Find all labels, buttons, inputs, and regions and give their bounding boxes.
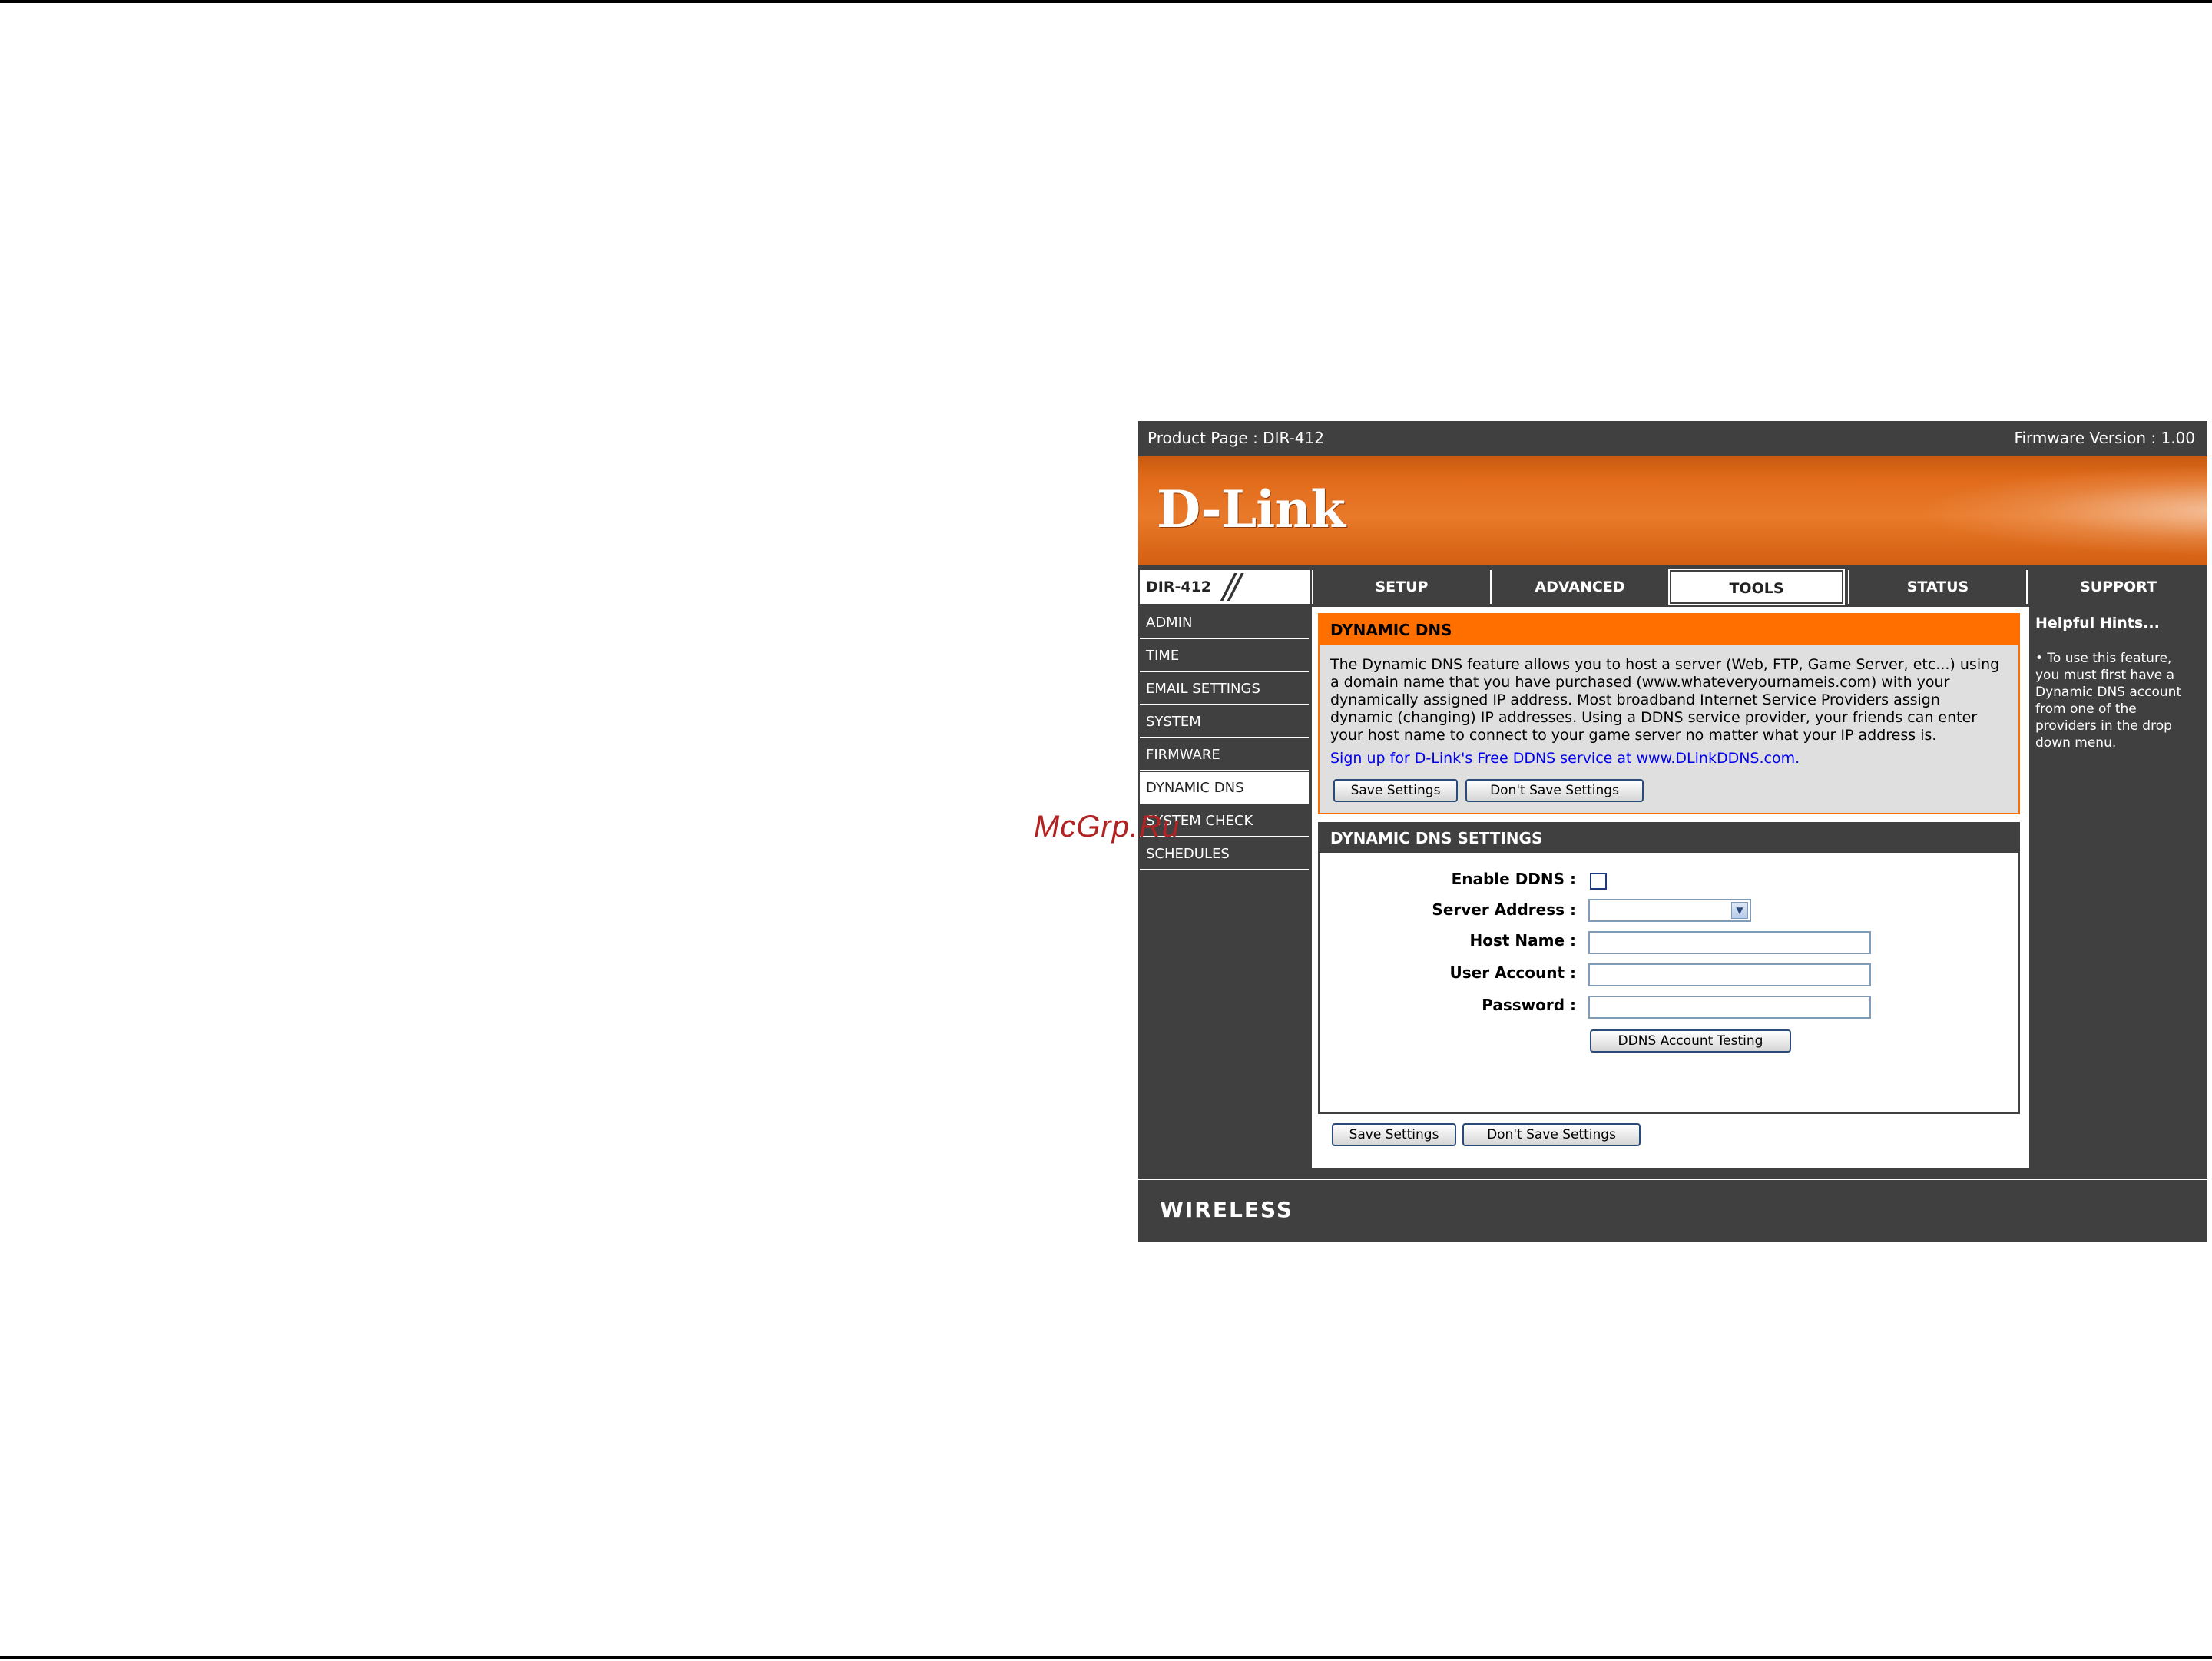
host-name-label: Host Name : — [1469, 931, 1576, 950]
sidebar-item-admin[interactable]: ADMIN — [1140, 607, 1309, 639]
footer: WIRELESS — [1138, 1179, 2207, 1242]
sidebar-item-system[interactable]: SYSTEM — [1140, 706, 1309, 738]
intro-title: DYNAMIC DNS — [1320, 615, 2018, 645]
dont-save-settings-button-bottom[interactable]: Don't Save Settings — [1462, 1123, 1641, 1146]
server-address-select[interactable]: ▼ — [1588, 899, 1751, 922]
router-admin-ui: Product Page : DIR-412 Firmware Version … — [1138, 421, 2207, 1242]
sidebar: ADMIN TIME EMAIL SETTINGS SYSTEM FIRMWAR… — [1138, 607, 1310, 1168]
page-bottom-rule — [0, 1656, 2212, 1659]
sidebar-item-firmware[interactable]: FIRMWARE — [1140, 739, 1309, 771]
hints-text: • To use this feature, you must first ha… — [2035, 651, 2182, 751]
ddns-signup-link[interactable]: Sign up for D-Link's Free DDNS service a… — [1330, 750, 1800, 767]
product-page-label: Product Page : DIR-412 — [1147, 429, 1324, 447]
model-label: DIR-412 — [1146, 579, 1212, 595]
tab-advanced[interactable]: ADVANCED — [1490, 570, 1668, 604]
top-bar: Product Page : DIR-412 Firmware Version … — [1138, 421, 2207, 455]
sidebar-item-email-settings[interactable]: EMAIL SETTINGS — [1140, 673, 1309, 705]
chevron-down-icon[interactable]: ▼ — [1731, 902, 1748, 919]
enable-ddns-label: Enable DDNS : — [1451, 870, 1576, 888]
hints-title: Helpful Hints... — [2035, 615, 2160, 632]
dont-save-settings-button-top[interactable]: Don't Save Settings — [1465, 779, 1644, 802]
user-account-label: User Account : — [1449, 963, 1576, 982]
wireless-brand-label: WIRELESS — [1160, 1197, 1294, 1222]
settings-title: DYNAMIC DNS SETTINGS — [1320, 824, 2018, 853]
host-name-input[interactable] — [1588, 931, 1871, 954]
banner-swoosh-graphic — [1916, 464, 2207, 556]
save-settings-button-top[interactable]: Save Settings — [1333, 779, 1458, 802]
tab-tools[interactable]: TOOLS — [1668, 569, 1845, 605]
password-label: Password : — [1482, 996, 1576, 1014]
watermark: McGrp.Ru — [1034, 810, 1181, 844]
ddns-account-testing-button[interactable]: DDNS Account Testing — [1590, 1029, 1791, 1053]
dlink-logo: D-Link — [1157, 479, 1346, 539]
password-input[interactable] — [1588, 996, 1871, 1019]
page-top-rule — [0, 0, 2212, 3]
tab-support[interactable]: SUPPORT — [2026, 570, 2207, 604]
main-content: DYNAMIC DNS The Dynamic DNS feature allo… — [1312, 607, 2029, 1168]
dynamic-dns-intro-panel: DYNAMIC DNS The Dynamic DNS feature allo… — [1318, 613, 2020, 814]
slashes-decoration-icon: // — [1223, 567, 1241, 606]
firmware-version-label: Firmware Version : 1.00 — [2014, 429, 2195, 447]
enable-ddns-checkbox[interactable] — [1590, 873, 1607, 890]
helpful-hints-panel: Helpful Hints... • To use this feature, … — [2031, 607, 2207, 1168]
main-nav: DIR-412 // SETUP ADVANCED TOOLS STATUS S… — [1138, 569, 2207, 605]
intro-description: The Dynamic DNS feature allows you to ho… — [1330, 656, 2000, 744]
sidebar-item-dynamic-dns[interactable]: DYNAMIC DNS — [1140, 772, 1309, 804]
dynamic-dns-settings-panel: DYNAMIC DNS SETTINGS Enable DDNS : Serve… — [1318, 822, 2020, 1114]
save-settings-button-bottom[interactable]: Save Settings — [1332, 1123, 1456, 1146]
tab-setup[interactable]: SETUP — [1312, 570, 1490, 604]
server-address-label: Server Address : — [1432, 900, 1576, 919]
brand-banner: D-Link — [1138, 456, 2207, 565]
model-badge: DIR-412 // — [1140, 570, 1310, 604]
user-account-input[interactable] — [1588, 963, 1871, 986]
sidebar-item-time[interactable]: TIME — [1140, 640, 1309, 672]
tab-status[interactable]: STATUS — [1848, 570, 2026, 604]
